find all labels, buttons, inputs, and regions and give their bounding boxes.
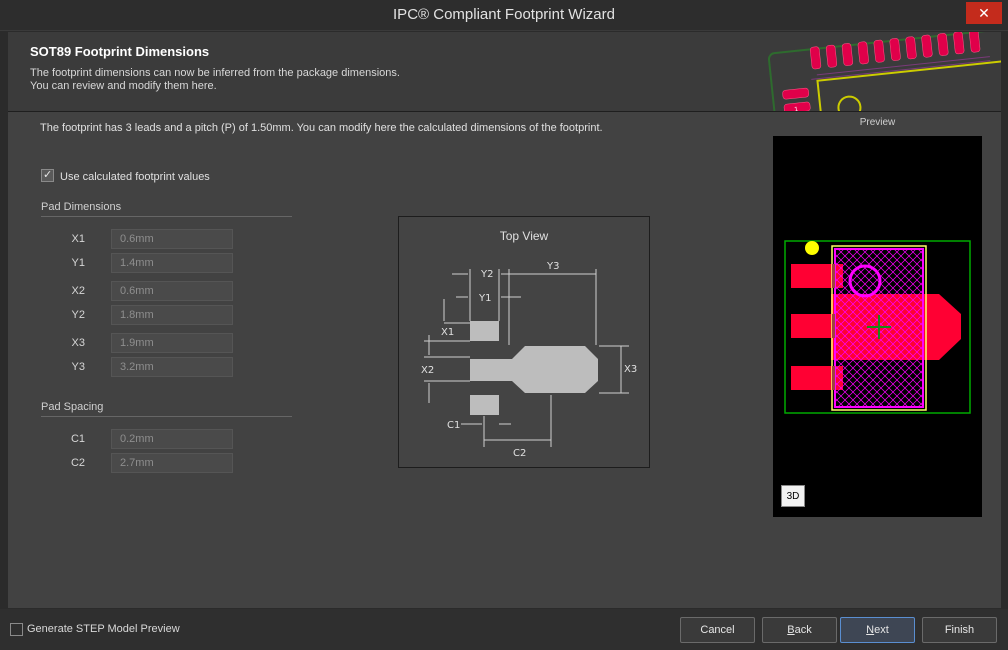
pad-dimensions-divider <box>41 216 292 217</box>
footprint-preview-drawing <box>784 240 971 414</box>
field-label-y2: Y2 <box>71 309 85 321</box>
cancel-button[interactable]: Cancel <box>680 617 755 643</box>
c2-field[interactable]: 2.7mm <box>111 453 233 473</box>
dim-label-c2: C2 <box>513 448 526 459</box>
dim-label-y3: Y3 <box>546 261 559 272</box>
pad-1-shape <box>470 321 499 341</box>
use-calculated-label: Use calculated footprint values <box>60 171 210 183</box>
y3-field[interactable]: 3.2mm <box>111 357 233 377</box>
x1-field[interactable]: 0.6mm <box>111 229 233 249</box>
pad-dimensions-heading: Pad Dimensions <box>41 201 122 213</box>
header-description-line-1: The footprint dimensions can now be infe… <box>30 67 400 79</box>
wizard-header: SOT89 Footprint Dimensions The footprint… <box>8 32 1001 112</box>
header-description-line-2: You can review and modify them here. <box>30 80 217 92</box>
back-label-rest: ack <box>794 624 812 636</box>
pad-2-shape <box>470 395 499 415</box>
y1-field[interactable]: 1.4mm <box>111 253 233 273</box>
step-preview-label: Generate STEP Model Preview <box>27 623 180 635</box>
dim-label-x1: X1 <box>441 327 454 338</box>
finish-button[interactable]: Finish <box>922 617 997 643</box>
x3-field[interactable]: 1.9mm <box>111 333 233 353</box>
dim-label-c1: C1 <box>447 420 460 431</box>
wizard-footer: Generate STEP Model Preview Cancel Back … <box>0 609 1008 650</box>
y2-field[interactable]: 1.8mm <box>111 305 233 325</box>
field-label-x1: X1 <box>71 233 85 245</box>
c1-field[interactable]: 0.2mm <box>111 429 233 449</box>
dim-label-y1: Y1 <box>478 293 491 304</box>
footprint-preview[interactable]: 3D <box>773 136 982 517</box>
pad-tab-shape <box>470 346 598 393</box>
field-label-c2: C2 <box>70 457 85 469</box>
pad-spacing-divider <box>41 416 292 417</box>
field-label-y3: Y3 <box>71 361 85 373</box>
top-view-diagram: Top View Y2 Y3 Y1 X1 X2 X3 C1 C2 <box>398 216 650 468</box>
page-title: SOT89 Footprint Dimensions <box>30 44 210 59</box>
intro-text: The footprint has 3 leads and a pitch (P… <box>40 122 603 134</box>
window-title: IPC® Compliant Footprint Wizard <box>393 6 615 23</box>
field-label-c1: C1 <box>70 433 85 445</box>
dim-label-x2: X2 <box>421 365 434 376</box>
back-mnemonic: B <box>787 624 795 636</box>
pad-spacing-heading: Pad Spacing <box>41 401 104 413</box>
use-calculated-checkbox[interactable] <box>41 168 54 182</box>
next-mnemonic: N <box>866 624 875 636</box>
preview-label: Preview <box>859 117 896 128</box>
step-preview-checkbox[interactable] <box>10 623 23 636</box>
next-button[interactable]: Next <box>840 617 915 643</box>
dim-label-x3: X3 <box>624 364 637 375</box>
x2-field[interactable]: 0.6mm <box>111 281 233 301</box>
view-3d-button[interactable]: 3D <box>781 485 805 507</box>
back-button[interactable]: Back <box>762 617 837 643</box>
field-label-x2: X2 <box>71 285 85 297</box>
dimension-drawing: Y2 Y3 Y1 X1 X2 X3 C1 C2 <box>421 261 637 459</box>
field-label-x3: X3 <box>71 337 85 349</box>
pcb-decoration-image: 1 2 <box>767 32 1001 111</box>
close-button[interactable]: ✕ <box>966 2 1002 24</box>
next-label-rest: ext <box>874 624 889 636</box>
pin1-marker-dot <box>805 241 819 255</box>
field-label-y1: Y1 <box>71 257 85 269</box>
dim-label-y2: Y2 <box>480 269 493 280</box>
main-content: The footprint has 3 leads and a pitch (P… <box>8 112 1001 608</box>
title-bar: IPC® Compliant Footprint Wizard ✕ <box>0 0 1008 31</box>
